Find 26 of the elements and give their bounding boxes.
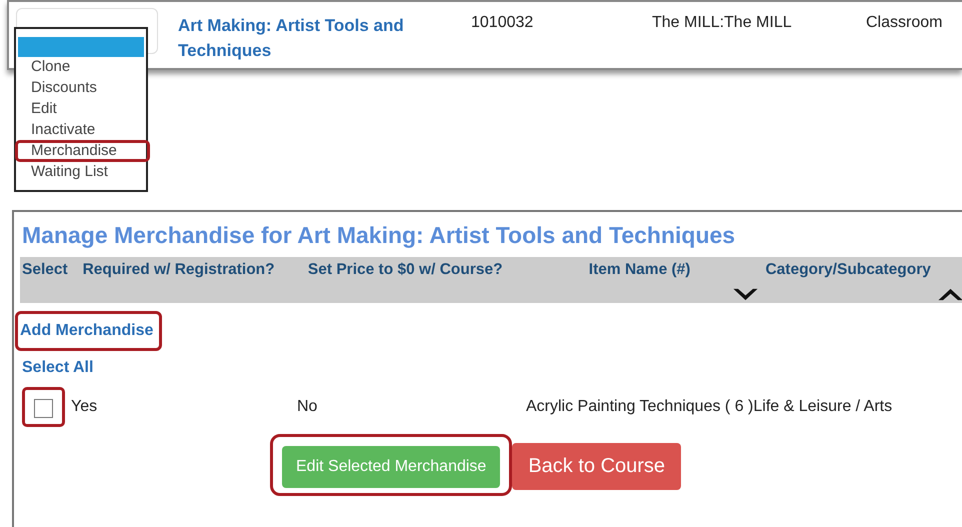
- course-type: Classroom: [866, 14, 942, 32]
- checkbox[interactable]: [34, 399, 53, 418]
- column-header[interactable]: Required w/ Registration?: [80, 257, 306, 303]
- table-cell: Life & Leisure / Arts: [753, 398, 892, 416]
- dropdown-option[interactable]: Inactivate: [15, 119, 150, 141]
- table-cell: Acrylic Painting Techniques ( 6 ): [526, 398, 754, 416]
- dropdown-option[interactable]: Edit: [15, 98, 150, 120]
- table-cell-text: No: [297, 398, 318, 416]
- dropdown-option[interactable]: Waiting List: [15, 161, 150, 183]
- panel-title: Manage Merchandise for Art Making: Artist Tools and Techniques: [22, 222, 736, 249]
- dropdown-option[interactable]: Merchandise: [15, 140, 150, 162]
- column-header[interactable]: Item Name (#): [586, 257, 764, 303]
- column-header[interactable]: Set Price to $0 w/ Course?: [306, 257, 587, 303]
- column-header[interactable]: Category/Subcategory: [763, 257, 962, 303]
- table-cell-text: Yes: [71, 398, 98, 416]
- dropdown-option[interactable]: Clone: [15, 56, 150, 78]
- course-number: 1010032: [471, 14, 534, 32]
- dropdown-option[interactable]: Discounts: [15, 77, 150, 99]
- select-all-link[interactable]: Select All: [22, 359, 962, 377]
- add-merchandise-link[interactable]: Add Merchandise: [15, 311, 162, 351]
- column-header[interactable]: Select: [20, 257, 81, 303]
- course-location: The MILL:The MILL: [652, 14, 793, 32]
- sort-down-icon[interactable]: [732, 288, 760, 301]
- back-button[interactable]: Back to Course: [512, 443, 682, 490]
- course-title-link[interactable]: Art Making: Artist Tools and Techniques: [178, 13, 463, 63]
- sort-up-icon[interactable]: [937, 288, 962, 301]
